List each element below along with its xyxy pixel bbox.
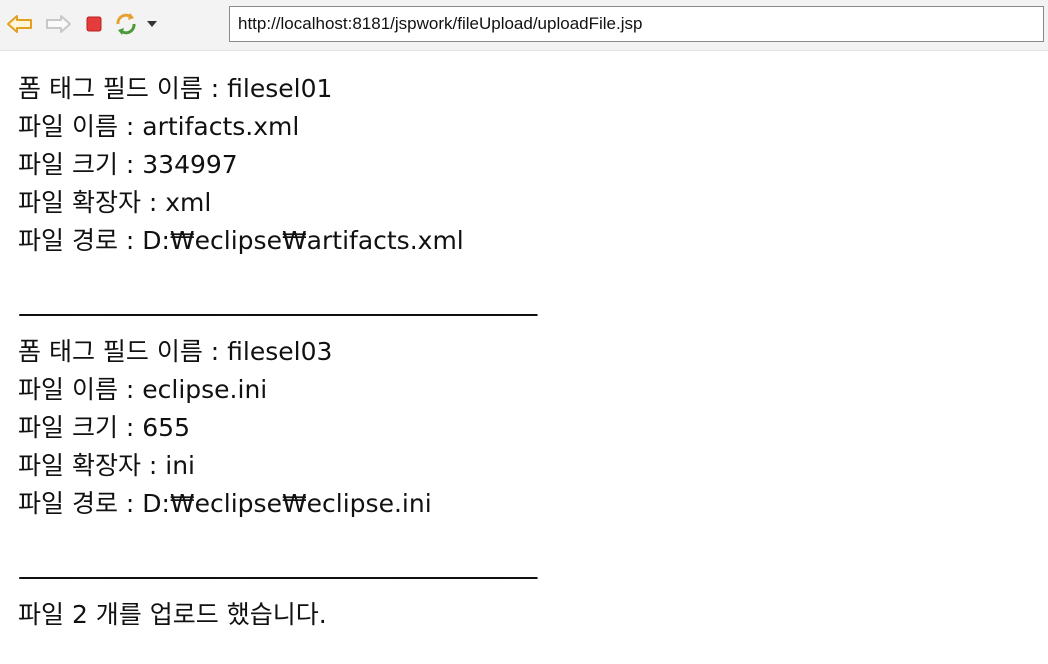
separator-line: ----------------------------------------… bbox=[18, 299, 539, 328]
refresh-icon[interactable] bbox=[110, 10, 142, 38]
file1-field-name: 폼 태그 필드 이름 : filesel01 bbox=[18, 74, 333, 103]
browser-toolbar: http://localhost:8181/jspwork/fileUpload… bbox=[0, 0, 1048, 51]
file1-path: 파일 경로 : D:₩eclipse₩artifacts.xml bbox=[18, 226, 464, 255]
url-text[interactable]: http://localhost:8181/jspwork/fileUpload… bbox=[238, 14, 642, 34]
file1-size: 파일 크기 : 334997 bbox=[18, 150, 238, 179]
file1-name: 파일 이름 : artifacts.xml bbox=[18, 112, 300, 141]
url-input[interactable]: http://localhost:8181/jspwork/fileUpload… bbox=[229, 6, 1044, 42]
back-arrow-icon[interactable] bbox=[4, 10, 36, 38]
stop-icon[interactable] bbox=[80, 10, 108, 38]
file2-path: 파일 경로 : D:₩eclipse₩eclipse.ini bbox=[18, 489, 432, 518]
file2-extension: 파일 확장자 : ini bbox=[18, 451, 195, 480]
file2-name: 파일 이름 : eclipse.ini bbox=[18, 375, 268, 404]
forward-arrow-icon[interactable] bbox=[42, 10, 74, 38]
file2-size: 파일 크기 : 655 bbox=[18, 413, 190, 442]
separator-line: ----------------------------------------… bbox=[18, 562, 539, 591]
file1-extension: 파일 확장자 : xml bbox=[18, 188, 212, 217]
file2-field-name: 폼 태그 필드 이름 : filesel03 bbox=[18, 337, 333, 366]
page-content: 폼 태그 필드 이름 : filesel01 파일 이름 : artifacts… bbox=[18, 70, 1038, 634]
upload-summary: 파일 2 개를 업로드 했습니다. bbox=[18, 600, 327, 629]
dropdown-arrow-icon[interactable] bbox=[142, 10, 162, 38]
